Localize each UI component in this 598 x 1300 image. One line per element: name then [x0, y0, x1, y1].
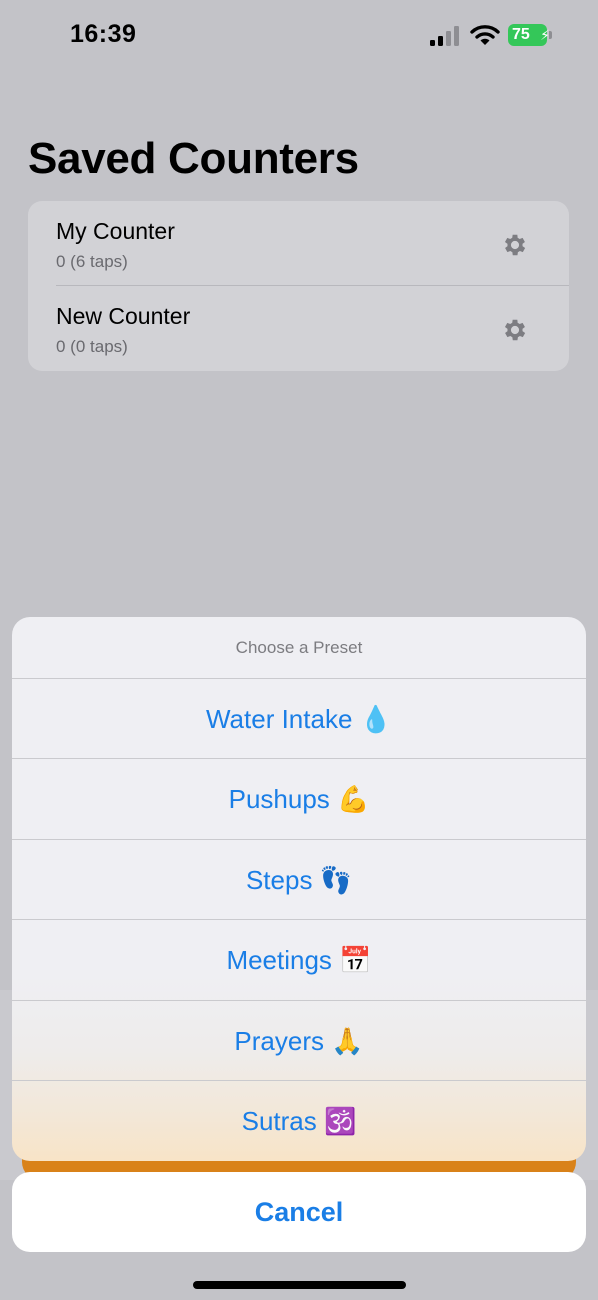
status-time: 16:39: [70, 20, 137, 48]
saved-counters-list: My Counter 0 (6 taps) New Counter 0 (0 t…: [28, 201, 569, 371]
gear-icon[interactable]: [501, 231, 529, 259]
preset-option-pushups[interactable]: Pushups 💪: [12, 758, 586, 838]
page-title: Saved Counters: [28, 134, 359, 183]
preset-action-sheet: Choose a Preset Water Intake 💧 Pushups 💪…: [12, 617, 586, 1161]
preset-option-steps[interactable]: Steps 👣: [12, 839, 586, 919]
home-indicator[interactable]: [193, 1281, 406, 1289]
gear-icon[interactable]: [501, 316, 529, 344]
counter-row-my-counter[interactable]: My Counter 0 (6 taps): [28, 201, 569, 286]
battery-percent: 75: [512, 26, 530, 43]
counter-row-new-counter[interactable]: New Counter 0 (0 taps): [28, 286, 569, 371]
counter-name: New Counter: [56, 303, 191, 329]
preset-option-prayers[interactable]: Prayers 🙏: [12, 1000, 586, 1080]
preset-option-sutras[interactable]: Sutras 🕉️: [12, 1080, 586, 1160]
wifi-icon: [470, 25, 500, 45]
counter-tap-summary: 0 (6 taps): [56, 252, 128, 271]
battery-nub: [549, 31, 552, 39]
counter-tap-summary: 0 (0 taps): [56, 337, 128, 356]
battery-icon: 75 ⚡: [508, 24, 552, 46]
cancel-button[interactable]: Cancel: [12, 1172, 586, 1252]
counter-name: My Counter: [56, 218, 175, 244]
preset-option-water-intake[interactable]: Water Intake 💧: [12, 678, 586, 758]
preset-option-meetings[interactable]: Meetings 📅: [12, 919, 586, 999]
action-sheet-title: Choose a Preset: [235, 638, 363, 657]
status-bar: 16:39 75 ⚡: [0, 0, 598, 72]
cellular-signal-icon: [430, 26, 459, 46]
